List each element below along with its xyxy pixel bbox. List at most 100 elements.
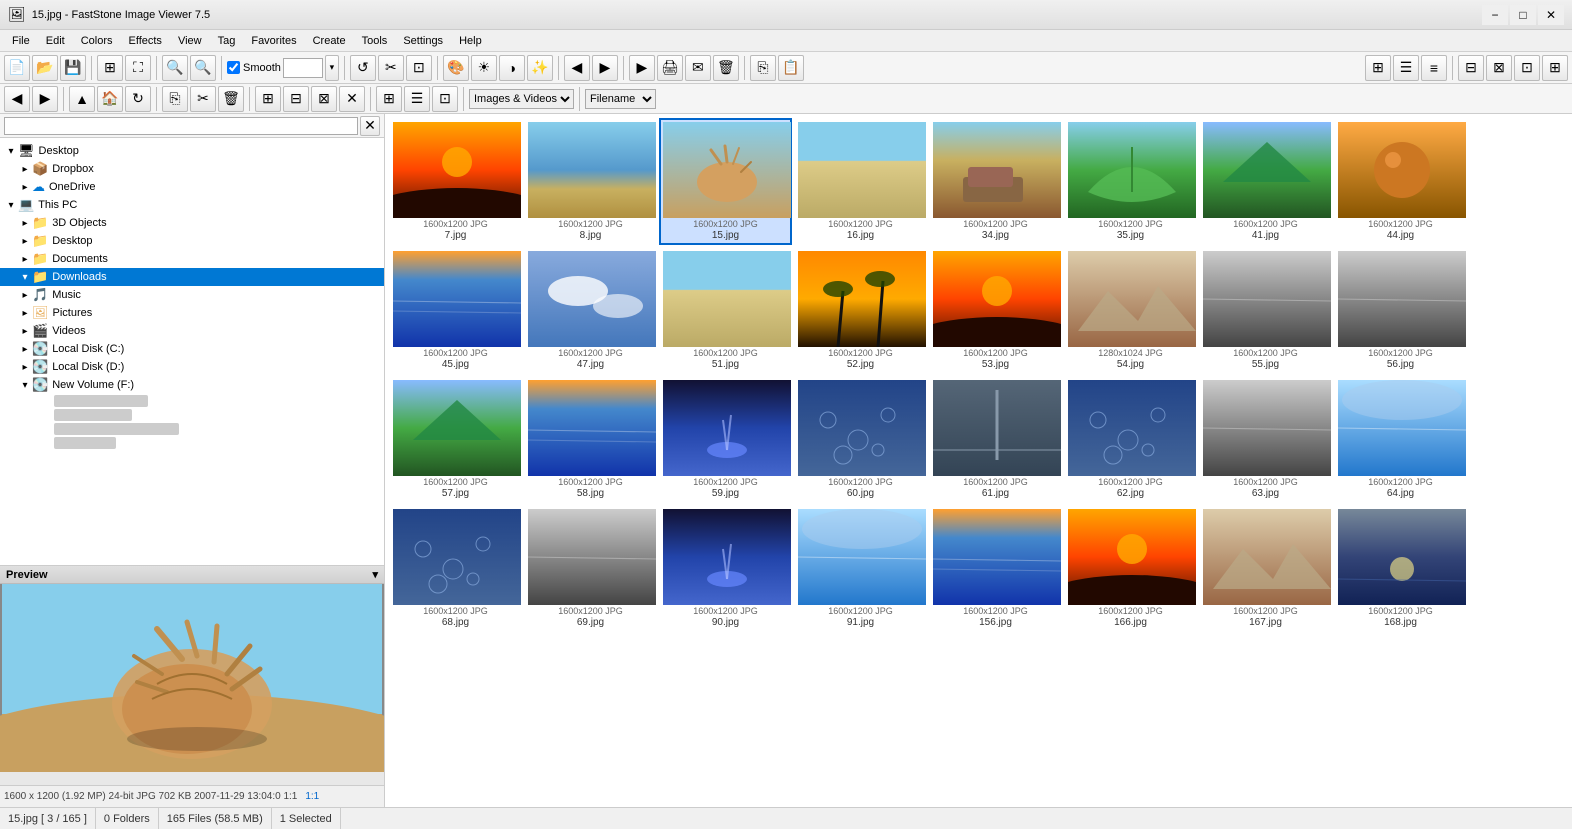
expand-dropbox[interactable]: ▸ [18, 164, 32, 175]
tree-item-documents[interactable]: ▸ 📁 Documents [0, 250, 384, 268]
thumbnail-item[interactable]: 1600x1200 JPG56.jpg [1334, 247, 1467, 374]
expand-music[interactable]: ▸ [18, 290, 32, 301]
folder-address-input[interactable] [4, 117, 358, 135]
expand-desktop[interactable]: ▾ [4, 146, 18, 157]
tree-item-localc[interactable]: ▸ 💽 Local Disk (C:) [0, 340, 384, 358]
new-button[interactable]: 📄 [4, 55, 30, 81]
menu-create[interactable]: Create [305, 33, 354, 49]
thumbnail-item[interactable]: 1600x1200 JPG34.jpg [929, 118, 1062, 245]
thumbnail-item[interactable]: 1600x1200 JPG62.jpg [1064, 376, 1197, 503]
tree-item-onedrive[interactable]: ▸ ☁ OneDrive [0, 178, 384, 196]
next-btn[interactable]: ▶ [592, 55, 618, 81]
tree-item-desktop[interactable]: ▾ 🖥 Desktop [0, 142, 384, 160]
thumbnail-item[interactable]: 1600x1200 JPG64.jpg [1334, 376, 1467, 503]
thumbnail-item[interactable]: 1600x1200 JPG167.jpg [1199, 505, 1332, 632]
nav-copy-btn[interactable]: ⎘ [162, 86, 188, 112]
thumbnail-item[interactable]: 1600x1200 JPG60.jpg [794, 376, 927, 503]
save-button[interactable]: 💾 [60, 55, 86, 81]
tree-subitem-3[interactable]: ████████████████ [36, 422, 384, 436]
menu-effects[interactable]: Effects [121, 33, 170, 49]
folder-tree[interactable]: ▾ 🖥 Desktop ▸ 📦 Dropbox ▸ ☁ OneDrive ▾ 💻… [0, 138, 384, 565]
filter-select[interactable]: Images & Videos Images Only Videos Only … [469, 89, 574, 109]
prev-btn[interactable]: ◀ [564, 55, 590, 81]
expand-desktop2[interactable]: ▸ [18, 236, 32, 247]
view-opt3-btn[interactable]: ⊡ [1514, 55, 1540, 81]
nav-close-btn[interactable]: ✕ [339, 86, 365, 112]
thumbnail-item[interactable]: 1600x1200 JPG166.jpg [1064, 505, 1197, 632]
thumbnail-item[interactable]: 1600x1200 JPG15.jpg [659, 118, 792, 245]
address-go-btn[interactable]: ✕ [360, 116, 380, 136]
list-view-btn[interactable]: ☰ [1393, 55, 1419, 81]
thumbnail-item[interactable]: 1600x1200 JPG35.jpg [1064, 118, 1197, 245]
nav-delete-btn[interactable]: 🗑 [218, 86, 244, 112]
effects-btn[interactable]: ✨ [527, 55, 553, 81]
thumbnail-item[interactable]: 1600x1200 JPG53.jpg [929, 247, 1062, 374]
nav-sort-btn[interactable]: ⊡ [432, 86, 458, 112]
open-button[interactable]: 📂 [32, 55, 58, 81]
color-btn[interactable]: 🎨 [443, 55, 469, 81]
menu-file[interactable]: File [4, 33, 38, 49]
preview-header[interactable]: Preview ▾ [0, 566, 384, 584]
expand-onedrive[interactable]: ▸ [18, 182, 32, 193]
zoom-out-button[interactable]: 🔍 [190, 55, 216, 81]
thumbnail-grid[interactable]: 1600x1200 JPG7.jpg 1600x1200 JPG8.jpg 16… [385, 114, 1572, 807]
thumbnail-item[interactable]: 1600x1200 JPG45.jpg [389, 247, 522, 374]
tree-item-downloads[interactable]: ▾ 📁 Downloads [0, 268, 384, 286]
view-opt4-btn[interactable]: ⊞ [1542, 55, 1568, 81]
nav-refresh-btn[interactable]: ↻ [125, 86, 151, 112]
print-btn[interactable]: 🖨 [657, 55, 683, 81]
fullscreen-button[interactable]: ⛶ [125, 55, 151, 81]
view-opt2-btn[interactable]: ⊠ [1486, 55, 1512, 81]
tree-item-pictures[interactable]: ▸ 🖼 Pictures [0, 304, 384, 322]
rotate-left-button[interactable]: ↺ [350, 55, 376, 81]
paste-btn[interactable]: 📋 [778, 55, 804, 81]
nav-back-btn[interactable]: ◀ [4, 86, 30, 112]
expand-newvol[interactable]: ▾ [18, 380, 32, 391]
thumbnail-item[interactable]: 1600x1200 JPG55.jpg [1199, 247, 1332, 374]
thumbnail-item[interactable]: 1600x1200 JPG44.jpg [1334, 118, 1467, 245]
tree-item-desktop2[interactable]: ▸ 📁 Desktop [0, 232, 384, 250]
menu-tag[interactable]: Tag [210, 33, 244, 49]
tree-item-thispc[interactable]: ▾ 💻 This PC [0, 196, 384, 214]
thumb-view-button[interactable]: ⊞ [97, 55, 123, 81]
nav-forward-btn[interactable]: ▶ [32, 86, 58, 112]
zoom-input[interactable]: 18% [283, 58, 323, 78]
nav-list-btn[interactable]: ☰ [404, 86, 430, 112]
zoom-dropdown-button[interactable]: ▾ [325, 55, 339, 81]
menu-view[interactable]: View [170, 33, 210, 49]
thumbnail-item[interactable]: 1600x1200 JPG47.jpg [524, 247, 657, 374]
expand-downloads[interactable]: ▾ [18, 272, 32, 283]
thumbnail-item[interactable]: 1600x1200 JPG16.jpg [794, 118, 927, 245]
expand-3dobjects[interactable]: ▸ [18, 218, 32, 229]
tree-item-3dobjects[interactable]: ▸ 📁 3D Objects [0, 214, 384, 232]
expand-thispc[interactable]: ▾ [4, 200, 18, 211]
nav-select-all-btn[interactable]: ⊞ [255, 86, 281, 112]
resize-button[interactable]: ⊡ [406, 55, 432, 81]
thumbnail-item[interactable]: 1280x1024 JPG54.jpg [1064, 247, 1197, 374]
menu-help[interactable]: Help [451, 33, 490, 49]
nav-invert-btn[interactable]: ⊠ [311, 86, 337, 112]
thumbnail-item[interactable]: 1600x1200 JPG61.jpg [929, 376, 1062, 503]
brightness-btn[interactable]: ☀ [471, 55, 497, 81]
tree-item-music[interactable]: ▸ 🎵 Music [0, 286, 384, 304]
thumbnail-item[interactable]: 1600x1200 JPG58.jpg [524, 376, 657, 503]
nav-move-btn[interactable]: ✂ [190, 86, 216, 112]
minimize-button[interactable]: − [1482, 5, 1508, 25]
thumbnail-item[interactable]: 1600x1200 JPG68.jpg [389, 505, 522, 632]
tree-item-newvol[interactable]: ▾ 💽 New Volume (F:) [0, 376, 384, 394]
thumbnail-item[interactable]: 1600x1200 JPG63.jpg [1199, 376, 1332, 503]
view-opt1-btn[interactable]: ⊟ [1458, 55, 1484, 81]
thumbnail-item[interactable]: 1600x1200 JPG168.jpg [1334, 505, 1467, 632]
zoom-in-button[interactable]: 🔍 [162, 55, 188, 81]
slideshow-btn[interactable]: ▶ [629, 55, 655, 81]
close-button[interactable]: ✕ [1538, 5, 1564, 25]
menu-settings[interactable]: Settings [395, 33, 451, 49]
nav-home-btn[interactable]: 🏠 [97, 86, 123, 112]
maximize-button[interactable]: □ [1510, 5, 1536, 25]
smooth-checkbox[interactable] [227, 61, 240, 74]
thumbnail-item[interactable]: 1600x1200 JPG91.jpg [794, 505, 927, 632]
thumbnail-item[interactable]: 1600x1200 JPG51.jpg [659, 247, 792, 374]
thumbnail-item[interactable]: 1600x1200 JPG8.jpg [524, 118, 657, 245]
sort-select[interactable]: Filename File Size Date Extension [585, 89, 656, 109]
contrast-btn[interactable]: ◑ [499, 55, 525, 81]
